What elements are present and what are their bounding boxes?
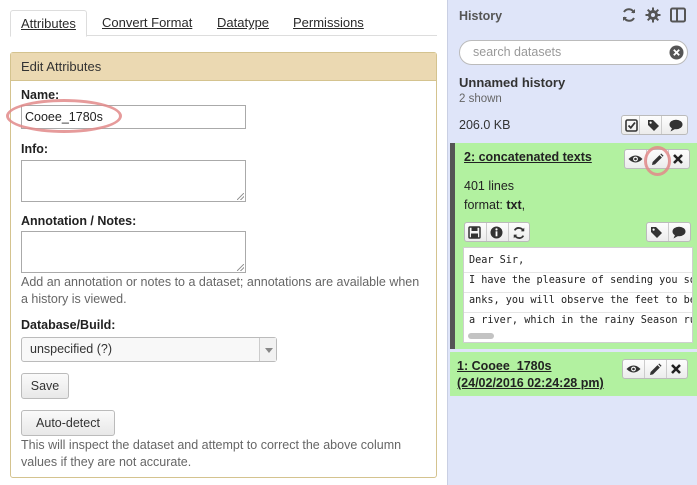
search-datasets-input[interactable]: search datasets bbox=[459, 40, 688, 65]
format-label: format: bbox=[464, 198, 503, 212]
dataset-2-secondary-actions bbox=[464, 222, 530, 242]
chevron-down-icon bbox=[259, 338, 276, 361]
dataset-line-count: 401 lines bbox=[464, 179, 515, 193]
info-icon[interactable] bbox=[487, 223, 509, 241]
comment-icon[interactable] bbox=[669, 223, 690, 241]
dataset-peek: Dear Sir, I have the pleasure of sending… bbox=[463, 247, 693, 343]
history-title: History bbox=[459, 9, 503, 23]
pencil-icon[interactable] bbox=[647, 150, 669, 168]
annotation-label: Annotation / Notes: bbox=[21, 214, 137, 228]
database-build-label: Database/Build: bbox=[21, 318, 116, 332]
edit-attributes-panel: Edit Attributes Name: Cooee_1780s Info: … bbox=[10, 52, 437, 478]
annotation-help-text: Add an annotation or notes to a dataset;… bbox=[21, 275, 420, 306]
dataset-2-annotate-actions bbox=[646, 222, 691, 242]
peek-divider bbox=[464, 312, 692, 313]
tab-attributes[interactable]: Attributes bbox=[10, 10, 87, 37]
name-input[interactable]: Cooee_1780s bbox=[21, 105, 246, 129]
tags-icon[interactable] bbox=[647, 223, 669, 241]
info-textarea[interactable] bbox=[21, 160, 246, 202]
rerun-icon[interactable] bbox=[509, 223, 530, 241]
dataset-2-primary-actions bbox=[624, 149, 690, 169]
clear-search-icon[interactable] bbox=[669, 45, 684, 60]
gear-icon[interactable] bbox=[645, 7, 661, 23]
peek-line: I have the pleasure of sending you so bbox=[469, 275, 693, 286]
auto-detect-help-text: This will inspect the dataset and attemp… bbox=[21, 438, 402, 469]
database-build-select[interactable]: unspecified (?) bbox=[21, 337, 277, 362]
dataset-item-2: 2: concatenated texts 401 lines format: … bbox=[450, 143, 697, 349]
peek-line: a river, which in the rainy Season ru bbox=[469, 315, 693, 326]
dataset-title-1[interactable]: 1: Cooee_1780s (24/02/2016 02:24:28 pm) bbox=[457, 358, 617, 392]
pencil-icon[interactable] bbox=[645, 360, 667, 378]
tab-convert-format[interactable]: Convert Format bbox=[92, 10, 202, 37]
dataset-item-1: 1: Cooee_1780s (24/02/2016 02:24:28 pm) bbox=[450, 352, 697, 396]
close-icon[interactable] bbox=[667, 360, 688, 378]
eye-icon[interactable] bbox=[623, 360, 645, 378]
tab-bar: Attributes Convert Format Datatype Permi… bbox=[10, 10, 437, 37]
dataset-format: format: txt, bbox=[464, 198, 525, 212]
peek-divider bbox=[464, 272, 692, 273]
name-label: Name: bbox=[21, 88, 60, 102]
history-actions bbox=[621, 115, 688, 135]
edit-attributes-pane: Attributes Convert Format Datatype Permi… bbox=[0, 0, 447, 485]
eye-icon[interactable] bbox=[625, 150, 647, 168]
tab-permissions[interactable]: Permissions bbox=[283, 10, 374, 37]
dataset-title-2[interactable]: 2: concatenated texts bbox=[464, 149, 592, 166]
database-build-value: unspecified (?) bbox=[30, 342, 112, 356]
peek-line: Dear Sir, bbox=[469, 255, 525, 266]
format-value: txt bbox=[506, 198, 522, 212]
info-label: Info: bbox=[21, 142, 49, 156]
refresh-icon[interactable] bbox=[621, 7, 637, 23]
history-name[interactable]: Unnamed history bbox=[459, 75, 565, 90]
peek-scrollbar[interactable] bbox=[468, 333, 494, 339]
save-icon[interactable] bbox=[465, 223, 487, 241]
history-shown-count: 2 shown bbox=[459, 93, 502, 105]
save-button[interactable]: Save bbox=[21, 373, 69, 399]
auto-detect-button[interactable]: Auto-detect bbox=[21, 410, 115, 436]
tab-datatype[interactable]: Datatype bbox=[207, 10, 279, 37]
dataset-1-actions bbox=[622, 359, 688, 379]
close-icon[interactable] bbox=[669, 150, 690, 168]
annotation-textarea[interactable] bbox=[21, 231, 246, 273]
check-square-icon[interactable] bbox=[622, 116, 640, 134]
peek-line: anks, you will observe the feet to be bbox=[469, 295, 693, 306]
history-size: 206.0 KB bbox=[459, 118, 511, 132]
peek-divider bbox=[464, 292, 692, 293]
tags-icon[interactable] bbox=[644, 116, 662, 134]
history-panel: History search datasets Unnamed history … bbox=[447, 0, 697, 485]
panel-heading: Edit Attributes bbox=[11, 53, 436, 81]
columns-icon[interactable] bbox=[670, 7, 686, 23]
format-suffix: , bbox=[521, 198, 526, 212]
comment-icon[interactable] bbox=[666, 116, 687, 134]
